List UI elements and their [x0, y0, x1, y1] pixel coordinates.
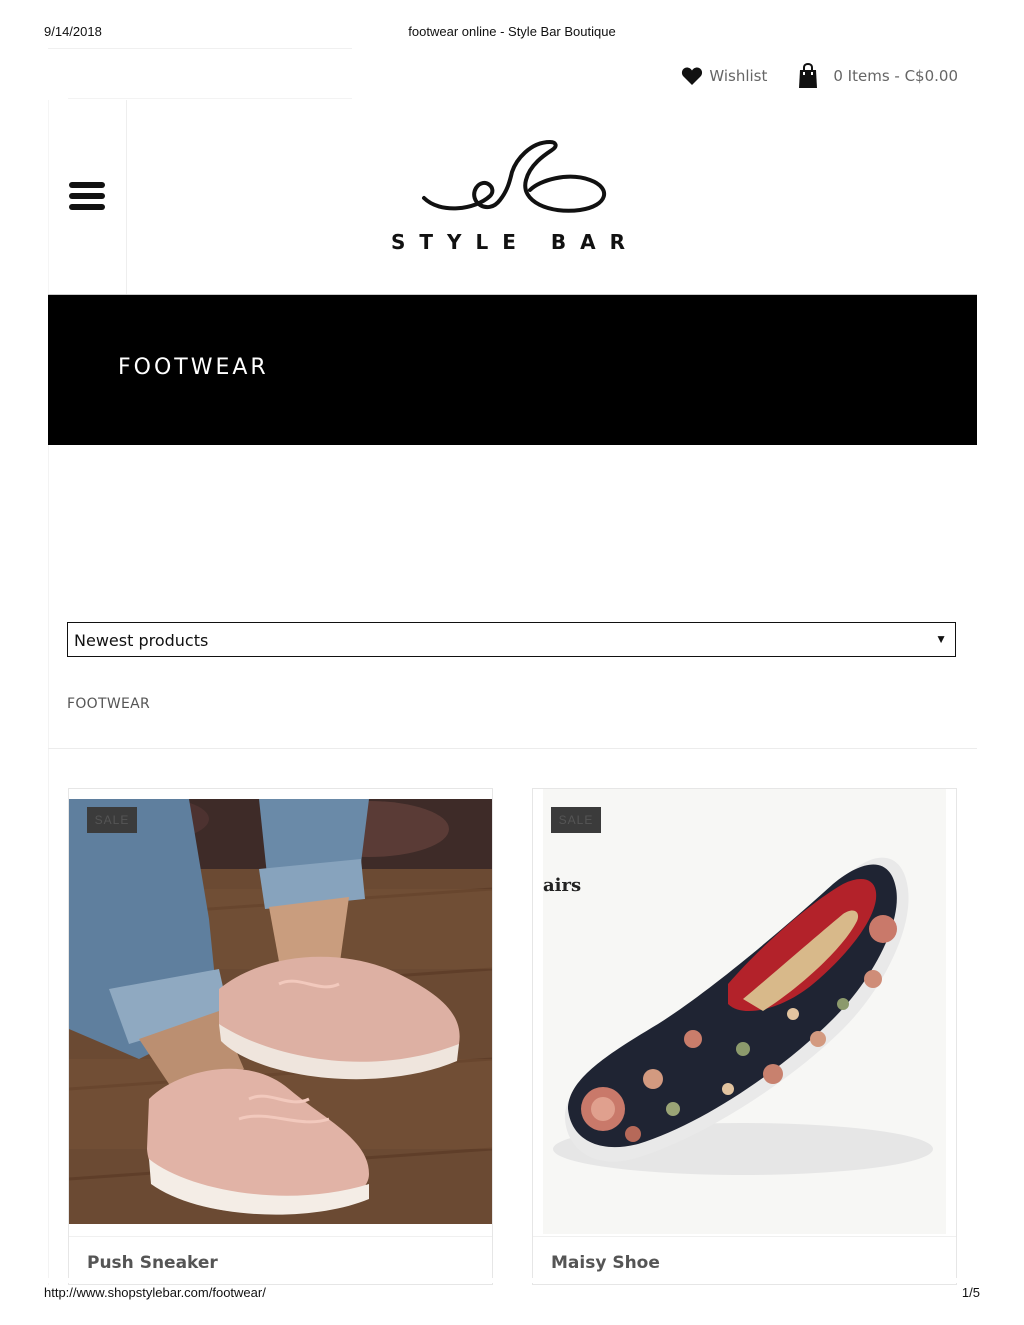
sale-badge: SALE	[87, 807, 137, 833]
product-name[interactable]: Push Sneaker	[87, 1253, 218, 1273]
product-card[interactable]: SALE Push Sneaker	[68, 788, 493, 1285]
content-left-edge	[48, 445, 49, 1285]
product-card[interactable]: airs SALE Maisy Shoe	[532, 788, 957, 1285]
print-url: http://www.shopstylebar.com/footwear/	[44, 1285, 266, 1300]
print-title: footwear online - Style Bar Boutique	[408, 24, 616, 39]
sale-badge: SALE	[551, 807, 601, 833]
cart-link[interactable]: 0 Items - C$0.00	[797, 63, 958, 89]
utility-nav: Wishlist 0 Items - C$0.00	[681, 62, 958, 90]
site-logo[interactable]: STYLE BAR	[380, 130, 650, 260]
breadcrumb[interactable]: FOOTWEAR	[67, 696, 150, 712]
wishlist-link[interactable]: Wishlist	[681, 66, 767, 86]
page-cut	[48, 1278, 977, 1283]
print-header: 9/14/2018 footwear online - Style Bar Bo…	[44, 24, 980, 42]
print-page-number: 1/5	[961, 1285, 980, 1300]
section-divider	[48, 748, 977, 749]
sort-selected-value: Newest products	[74, 631, 209, 650]
sort-select[interactable]: Newest products ▼	[67, 622, 956, 657]
hamburger-menu-icon[interactable]	[66, 180, 108, 212]
dropdown-arrow-icon: ▼	[935, 632, 947, 646]
cart-summary: 0 Items - C$0.00	[833, 67, 958, 85]
product-name[interactable]: Maisy Shoe	[551, 1253, 660, 1273]
top-divider	[48, 48, 352, 49]
wishlist-label: Wishlist	[709, 67, 768, 85]
top-divider-2	[68, 98, 352, 99]
logo-signature-icon	[422, 140, 607, 213]
card-divider	[69, 1236, 492, 1237]
header-left-edge	[48, 100, 49, 295]
shopping-bag-icon	[797, 63, 819, 89]
heart-icon	[681, 66, 703, 86]
header-column-divider	[126, 100, 127, 295]
category-banner: FOOTWEAR	[48, 295, 977, 445]
card-divider	[533, 1236, 956, 1237]
product-image[interactable]	[69, 799, 492, 1224]
category-title: FOOTWEAR	[118, 355, 269, 380]
product-image[interactable]: airs	[543, 789, 946, 1234]
image-text-fragment: airs	[543, 875, 581, 896]
logo-wordmark: STYLE BAR	[390, 230, 640, 254]
